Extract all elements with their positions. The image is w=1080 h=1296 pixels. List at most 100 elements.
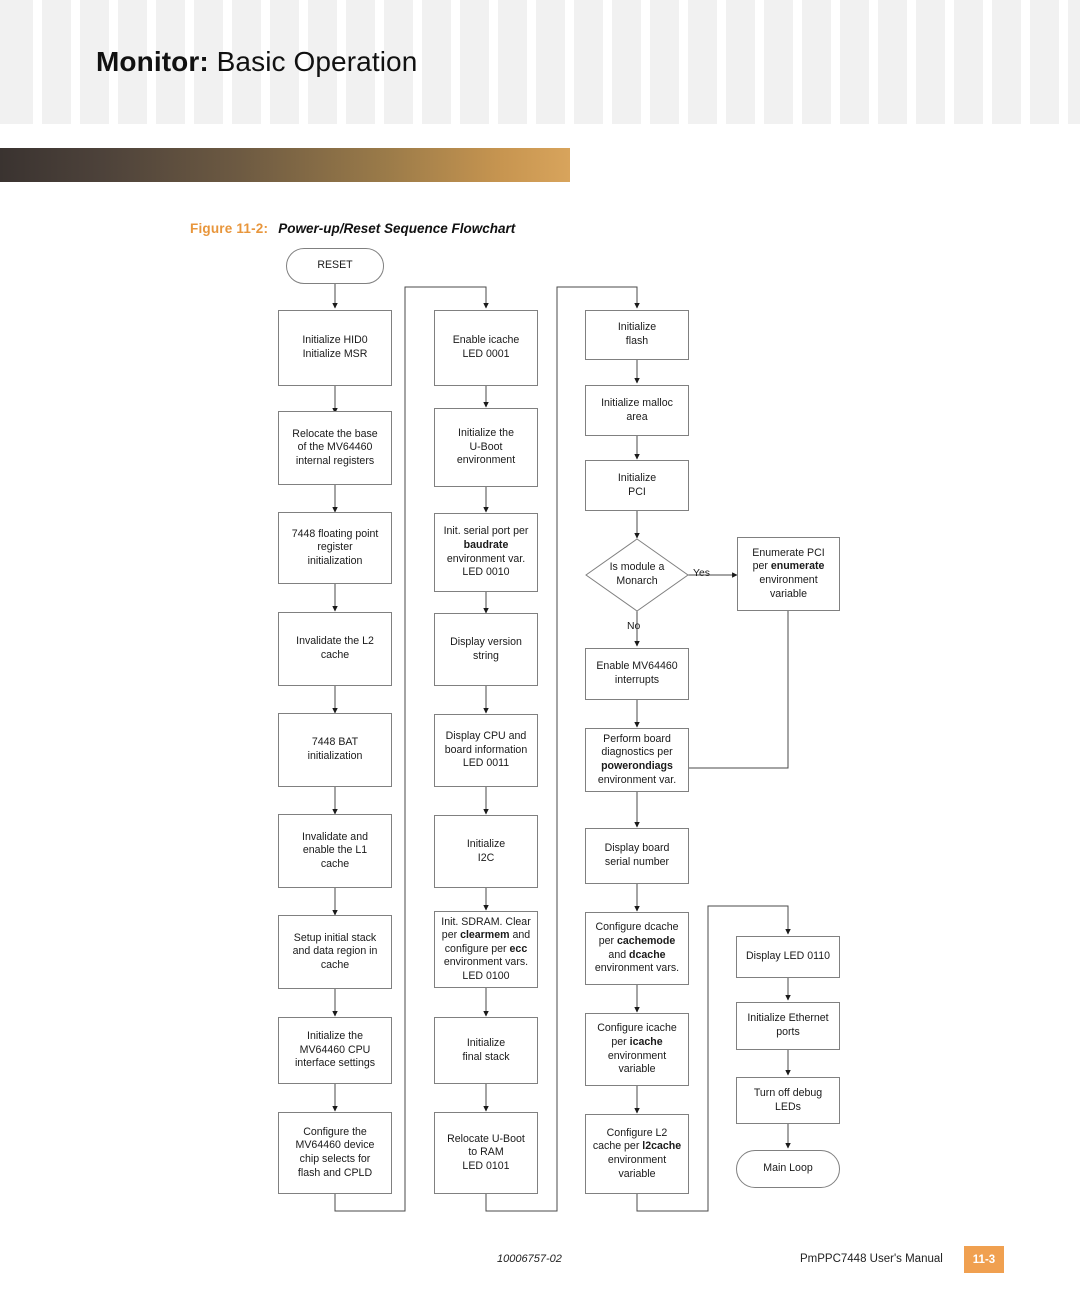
node-board-diagnostics-line1: Perform board <box>603 732 671 745</box>
node-invalidate-l2[interactable]: Invalidate the L2 cache <box>278 612 392 686</box>
node-invalidate-l2-label: Invalidate the L2 cache <box>296 635 374 661</box>
node-init-flash-label: Initialize flash <box>617 321 657 347</box>
edge-label-yes: Yes <box>693 568 710 579</box>
node-configure-l2-line3: environment <box>607 1154 667 1166</box>
node-init-final-stack[interactable]: Initialize final stack <box>434 1017 538 1084</box>
node-enable-interrupts-label: Enable MV64460 interrupts <box>596 660 678 686</box>
node-init-serial-port-line1: Init. serial port per <box>443 525 529 538</box>
node-board-diagnostics-line2: diagnostics per <box>601 746 673 759</box>
node-init-ethernet-label: Initialize Ethernet ports <box>747 1012 829 1038</box>
node-configure-icache-icache: icache <box>629 1035 663 1048</box>
node-configure-icache-line2a: per <box>611 1035 630 1048</box>
page-title: Monitor: Basic Operation <box>96 46 417 78</box>
node-init-malloc-label: Initialize malloc area <box>601 396 673 423</box>
node-init-serial-port[interactable]: Init. serial port per baudrate environme… <box>434 513 538 592</box>
node-init-serial-port-line3: environment var. <box>446 552 526 565</box>
node-init-malloc[interactable]: Initialize malloc area <box>585 385 689 436</box>
node-reset-label: RESET <box>317 259 353 272</box>
node-fp-register-init[interactable]: 7448 floating point register initializatio… <box>278 512 392 584</box>
node-is-monarch-label: Is module a Monarch <box>609 561 665 587</box>
page-number-text: 11-3 <box>972 1253 996 1266</box>
node-relocate-base[interactable]: Relocate the base of the MV64460 internal … <box>278 411 392 485</box>
node-configure-l2-line2a: cache per <box>592 1140 643 1153</box>
node-configure-dcache-line2a: per <box>598 934 617 947</box>
node-init-sdram-line4: environment vars. <box>443 956 529 969</box>
node-board-diagnostics-powerondiags: powerondiags <box>601 760 673 772</box>
node-configure-dcache-line4: environment vars. <box>594 962 680 975</box>
node-enumerate-pci-enumerate: enumerate <box>770 560 825 573</box>
node-init-sdram-line5: LED 0100 <box>462 969 510 982</box>
node-board-diagnostics-line4: environment var. <box>597 773 677 786</box>
node-init-i2c[interactable]: Initialize I2C <box>434 815 538 888</box>
node-setup-initial-stack[interactable]: Setup initial stack and data region in cac… <box>278 915 392 989</box>
node-display-version[interactable]: Display version string <box>434 613 538 686</box>
node-enable-icache-label: Enable icache LED 0001 <box>452 334 520 360</box>
node-invalidate-enable-l1[interactable]: Invalidate and enable the L1 cache <box>278 814 392 888</box>
node-enumerate-pci-line4: variable <box>769 587 808 600</box>
node-display-cpu-board-label: Display CPU and board information LED 0011 <box>444 730 528 770</box>
manual-title: PmPPC7448 User's Manual <box>800 1253 943 1265</box>
node-display-cpu-board[interactable]: Display CPU and board information LED 0011 <box>434 714 538 787</box>
node-configure-dcache[interactable]: Configure dcache per cachemode and dcach… <box>585 912 689 985</box>
node-turn-off-debug-leds[interactable]: Turn off debug LEDs <box>736 1077 840 1124</box>
edge-label-no: No <box>627 621 640 632</box>
node-configure-dcache-line1: Configure dcache <box>595 921 679 934</box>
node-configure-dcache-line3a: and <box>608 948 630 961</box>
edge-label-no-text: No <box>627 621 641 632</box>
node-init-ethernet[interactable]: Initialize Ethernet ports <box>736 1002 840 1050</box>
page-title-bold: Monitor: <box>96 46 209 77</box>
node-enumerate-pci[interactable]: Enumerate PCI per enumerate environment … <box>737 537 840 611</box>
node-configure-icache-line3: environment <box>607 1049 667 1062</box>
node-init-sdram-line2c: and <box>509 929 531 942</box>
node-reset[interactable]: RESET <box>286 248 384 284</box>
node-init-sdram[interactable]: Init. SDRAM. Clear per clearmem and conf… <box>434 911 538 988</box>
node-main-loop[interactable]: Main Loop <box>736 1150 840 1188</box>
node-init-sdram-clearmem: clearmem <box>460 929 510 942</box>
node-init-serial-port-line4: LED 0010 <box>462 566 510 579</box>
node-relocate-uboot[interactable]: Relocate U-Boot to RAM LED 0101 <box>434 1112 538 1194</box>
node-configure-icache[interactable]: Configure icache per icache environment … <box>585 1013 689 1086</box>
node-init-sdram-line1: Init. SDRAM. Clear <box>441 915 531 928</box>
node-display-serial-number-label: Display board serial number <box>604 842 670 868</box>
page-number-badge: 11-3 <box>964 1246 1004 1273</box>
node-enumerate-pci-line2a: per <box>752 560 771 573</box>
node-enable-interrupts[interactable]: Enable MV64460 interrupts <box>585 648 689 700</box>
node-invalidate-enable-l1-label: Invalidate and enable the L1 cache <box>302 830 368 870</box>
document-page: Monitor: Basic Operation Figure 11-2: Pow… <box>0 0 1080 1296</box>
node-enable-icache[interactable]: Enable icache LED 0001 <box>434 310 538 386</box>
node-bat-init[interactable]: 7448 BAT initialization <box>278 713 392 787</box>
node-init-sdram-ecc: ecc <box>509 942 528 955</box>
node-init-hid0-label: Initialize HID0 Initialize MSR <box>302 334 368 360</box>
node-configure-icache-line4: variable <box>618 1063 656 1076</box>
node-init-flash[interactable]: Initialize flash <box>585 310 689 360</box>
document-id: 10006757-02 <box>497 1253 562 1265</box>
node-init-uboot-env[interactable]: Initialize the U-Boot environment <box>434 408 538 487</box>
node-init-cpu-interface[interactable]: Initialize the MV64460 CPU interface setti… <box>278 1017 392 1084</box>
node-bat-init-label: 7448 BAT initialization <box>307 736 363 762</box>
node-init-uboot-env-label: Initialize the U-Boot environment <box>456 427 516 467</box>
node-configure-l2-line1: Configure L2 <box>606 1126 668 1139</box>
node-init-hid0[interactable]: Initialize HID0 Initialize MSR <box>278 310 392 386</box>
node-init-sdram-line2a: per <box>441 929 461 942</box>
node-init-pci[interactable]: Initialize PCI <box>585 460 689 511</box>
node-init-i2c-label: Initialize I2C <box>466 837 506 864</box>
node-display-serial-number[interactable]: Display board serial number <box>585 828 689 884</box>
node-configure-icache-line1: Configure icache <box>597 1022 677 1035</box>
node-display-led-0110-label: Display LED 0110 <box>745 950 830 963</box>
page-footer: 10006757-02 PmPPC7448 User's Manual 11-3 <box>0 1245 1080 1285</box>
node-init-pci-label: Initialize PCI <box>617 471 657 498</box>
node-main-loop-label: Main Loop <box>763 1162 813 1175</box>
node-configure-chip-selects[interactable]: Configure the MV64460 device chip selects … <box>278 1112 392 1194</box>
node-board-diagnostics[interactable]: Perform board diagnostics per powerondia… <box>585 728 689 792</box>
node-configure-l2[interactable]: Configure L2 cache per l2cache environme… <box>585 1114 689 1194</box>
node-display-led-0110[interactable]: Display LED 0110 <box>736 936 840 978</box>
node-configure-chip-selects-label: Configure the MV64460 device chip selects … <box>295 1125 375 1179</box>
node-is-monarch[interactable]: Is module a Monarch <box>585 538 689 612</box>
node-setup-initial-stack-label: Setup initial stack and data region in cac… <box>292 931 378 971</box>
node-enumerate-pci-line1: Enumerate PCI <box>752 546 825 559</box>
flowchart-connectors <box>332 284 791 1212</box>
node-relocate-uboot-label: Relocate U-Boot to RAM LED 0101 <box>447 1132 525 1172</box>
edge-label-yes-text: Yes <box>693 568 710 579</box>
node-configure-dcache-cachemode: cachemode <box>616 934 676 947</box>
node-configure-dcache-dcache: dcache <box>629 948 666 961</box>
